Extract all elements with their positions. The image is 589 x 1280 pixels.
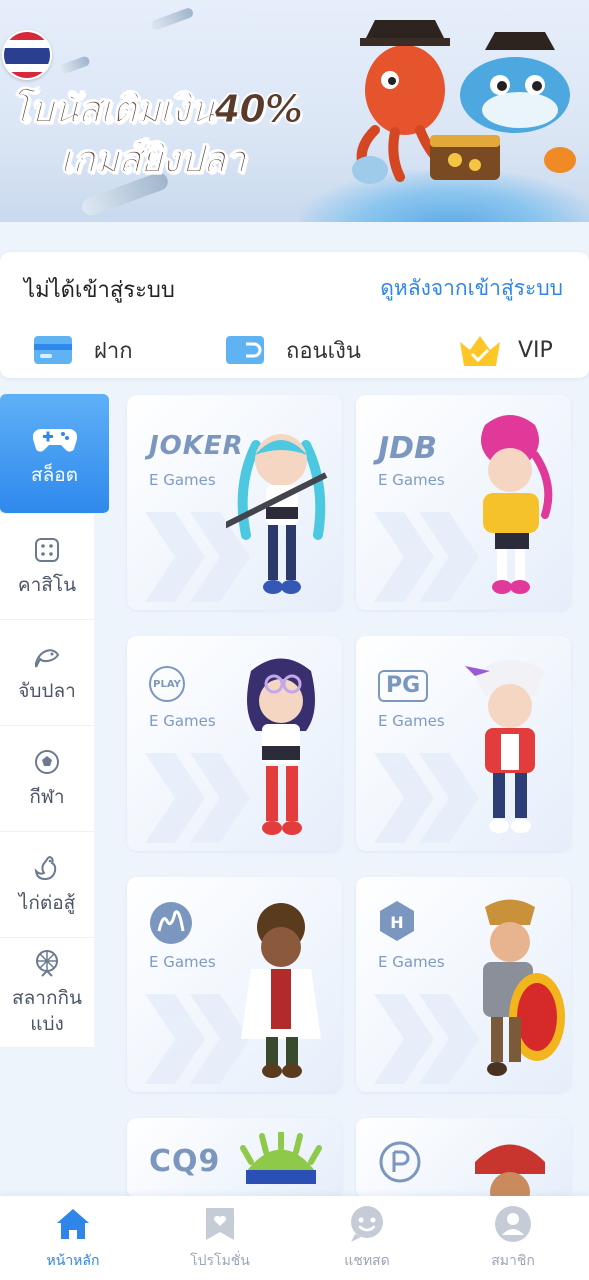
- category-sports[interactable]: กีฬา: [0, 726, 94, 832]
- svg-text:H: H: [390, 913, 403, 932]
- tab-member[interactable]: สมาชิก: [458, 1204, 568, 1272]
- chat-icon: [351, 1206, 383, 1242]
- category-fishing[interactable]: จับปลา: [0, 620, 94, 726]
- tab-label: หน้าหลัก: [46, 1253, 100, 1269]
- vip-button[interactable]: VIP: [456, 330, 553, 370]
- provider-subtitle: E Games: [378, 712, 445, 730]
- pg-logo: PG: [378, 670, 429, 702]
- deposit-button[interactable]: ฝาก: [32, 330, 133, 370]
- character-illustration: [475, 1144, 545, 1198]
- fishing-game-characters-illustration: [352, 20, 576, 184]
- category-casino[interactable]: คาสิโน: [0, 514, 94, 620]
- provider-subtitle: E Games: [378, 471, 445, 489]
- category-slots[interactable]: สล็อต: [0, 394, 109, 514]
- bottom-tab-bar: หน้าหลัก โปรโมชั่น แชทสด สมาชิก: [0, 1196, 589, 1280]
- gamepad-icon: [32, 428, 77, 452]
- provider-card-pragmatic-play[interactable]: PLAY E Games: [127, 636, 342, 851]
- cq9-logo: CQ9: [149, 1144, 221, 1179]
- pragmatic-play-logo: PLAY: [149, 666, 185, 702]
- tab-label: สมาชิก: [491, 1253, 535, 1269]
- plane-decoration: [59, 55, 91, 75]
- provider-card-cq9[interactable]: CQ9: [127, 1118, 342, 1198]
- category-label: จับปลา: [18, 679, 76, 702]
- provider-card-jdb[interactable]: JDB E Games: [356, 395, 571, 610]
- thailand-flag-icon[interactable]: [2, 30, 52, 80]
- rooster-icon: [34, 855, 57, 880]
- home-icon: [57, 1209, 89, 1239]
- habanero-logo: H: [380, 901, 414, 941]
- vip-label: VIP: [518, 337, 553, 363]
- character-illustration: [247, 658, 315, 835]
- category-lottery[interactable]: สลากกิน แบ่ง: [0, 938, 94, 1048]
- fish-icon: [35, 649, 60, 668]
- provider-card-dreamtech[interactable]: [356, 1118, 571, 1198]
- withdraw-card-icon: [226, 336, 264, 364]
- promotion-icon: [206, 1208, 234, 1240]
- tab-promotion[interactable]: โปรโมชั่น: [165, 1204, 275, 1272]
- provider-card-joker[interactable]: JOKER E Games: [127, 395, 342, 610]
- microgaming-logo: [150, 902, 192, 944]
- tab-label: โปรโมชั่น: [190, 1253, 250, 1269]
- category-label: คาสิโน: [17, 573, 77, 596]
- character-illustration: [483, 899, 565, 1076]
- provider-subtitle: E Games: [378, 953, 445, 971]
- character-illustration: [481, 415, 553, 594]
- category-sidebar: สล็อต คาสิโน จับปลา กีฬา ไก่ต่อสู้ สลากก…: [0, 394, 110, 1048]
- provider-subtitle: E Games: [149, 471, 216, 489]
- plane-decoration: [149, 6, 195, 32]
- category-label: กีฬา: [29, 785, 65, 808]
- login-link[interactable]: ดูหลังจากเข้าสู่ระบบ: [380, 272, 563, 305]
- tab-label: แชทสด: [344, 1253, 390, 1269]
- provider-subtitle: E Games: [149, 953, 216, 971]
- login-status-text: ไม่ได้เข้าสู่ระบบ: [24, 278, 175, 303]
- jdb-logo: JDB: [378, 431, 437, 466]
- withdraw-button[interactable]: ถอนเงิน: [224, 330, 361, 370]
- tab-home[interactable]: หน้าหลัก: [18, 1204, 128, 1272]
- dreamtech-logo: [379, 1141, 421, 1183]
- account-card: ไม่ได้เข้าสู่ระบบ ดูหลังจากเข้าสู่ระบบ ฝ…: [0, 252, 589, 378]
- banner-subheadline: เกมส์ยิงปลา: [60, 137, 247, 182]
- provider-card-pg[interactable]: PG E Games: [356, 636, 571, 851]
- category-label: สลากกิน แบ่ง: [12, 986, 82, 1035]
- character-illustration: [465, 659, 545, 833]
- provider-card-habanero[interactable]: H E Games: [356, 877, 571, 1092]
- tab-live-chat[interactable]: แชทสด: [312, 1204, 422, 1272]
- promo-banner[interactable]: โบนัสเติมเงิน40% เกมส์ยิงปลา: [0, 0, 589, 222]
- deposit-card-icon: [34, 336, 72, 364]
- withdraw-label: ถอนเงิน: [286, 338, 361, 364]
- character-illustration: [226, 434, 328, 594]
- deposit-label: ฝาก: [94, 338, 133, 364]
- dice-icon: [35, 537, 59, 562]
- category-label: ไก่ต่อสู้: [18, 891, 76, 914]
- soccer-ball-icon: [35, 749, 59, 774]
- provider-subtitle: E Games: [149, 712, 216, 730]
- category-cockfighting[interactable]: ไก่ต่อสู้: [0, 832, 94, 938]
- character-illustration: [240, 1132, 322, 1184]
- category-label: สล็อต: [31, 463, 78, 486]
- user-icon: [495, 1206, 531, 1242]
- lottery-wheel-icon: [36, 949, 58, 977]
- provider-card-microgaming[interactable]: E Games: [127, 877, 342, 1092]
- vip-crown-icon: [460, 336, 500, 366]
- character-illustration: [241, 903, 321, 1078]
